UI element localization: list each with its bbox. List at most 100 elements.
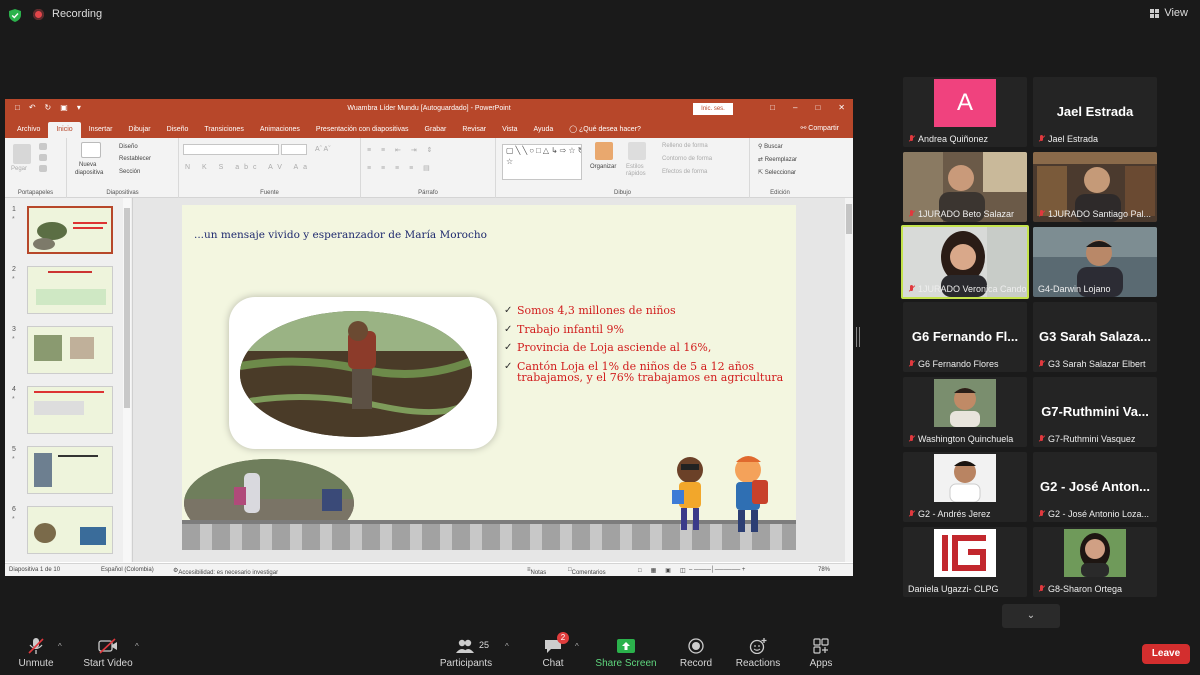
- section-button[interactable]: Sección: [119, 169, 140, 175]
- accessibility-checker[interactable]: ⚙ Accesibilidad: es necesario investigar: [173, 567, 278, 576]
- tab-grabar[interactable]: Grabar: [417, 122, 455, 138]
- chat-button[interactable]: 2 Chat: [518, 632, 588, 675]
- shape-effects-button[interactable]: Efectos de forma: [662, 169, 707, 175]
- select-button[interactable]: ⇱ Seleccionar: [758, 169, 796, 176]
- participant-tile[interactable]: Washington Quinchuela: [903, 377, 1027, 447]
- chat-caret-icon[interactable]: ^: [575, 642, 579, 651]
- participant-tile[interactable]: G7-Ruthmini Va... G7-Ruthmini Vasquez: [1033, 377, 1157, 447]
- recording-indicator[interactable]: Recording: [33, 8, 102, 20]
- video-options-caret-icon[interactable]: ^: [135, 642, 139, 651]
- view-button[interactable]: View: [1150, 7, 1188, 19]
- new-slide-icon[interactable]: [81, 142, 101, 158]
- participant-tile[interactable]: Jael Estrada Jael Estrada: [1033, 77, 1157, 147]
- view-buttons[interactable]: □▦▣◫: [638, 567, 695, 574]
- list-buttons[interactable]: ≡ ≡ ⇤ ⇥ ⇕: [367, 146, 437, 154]
- current-slide[interactable]: ...un mensaje vivido y esperanzador de M…: [182, 205, 796, 550]
- slide-thumbnail[interactable]: 6 *: [9, 506, 125, 558]
- panel-resize-handle[interactable]: [856, 327, 860, 347]
- slide-scrollbar[interactable]: [845, 198, 853, 562]
- zoom-level[interactable]: 78%: [818, 567, 830, 573]
- share-button[interactable]: ⚯ Compartir: [800, 124, 839, 132]
- align-buttons[interactable]: ≡ ≡ ≡ ≡ ▤: [367, 164, 434, 172]
- child-working-photo: [240, 311, 472, 437]
- shape-fill-button[interactable]: Relleno de forma: [662, 143, 708, 149]
- zoom-slider[interactable]: – ────│────── +: [689, 567, 745, 573]
- arrange-label[interactable]: Organizar: [590, 164, 616, 170]
- mic-muted-icon: [1038, 135, 1045, 143]
- unmute-button[interactable]: Unmute: [1, 632, 71, 675]
- new-slide-label[interactable]: Nueva: [79, 162, 96, 168]
- shapes-gallery[interactable]: ▢╲╲○□△↳⇨☆↻❴❵☆: [502, 144, 582, 180]
- arrange-icon[interactable]: [595, 142, 613, 160]
- participant-tile[interactable]: G6 Fernando Fl... G6 Fernando Flores: [903, 302, 1027, 372]
- participant-tile[interactable]: Daniela Ugazzi- CLPG: [903, 527, 1027, 597]
- shape-outline-button[interactable]: Contorno de forma: [662, 156, 712, 162]
- language-indicator[interactable]: Español (Colombia): [101, 567, 154, 573]
- copy-icon[interactable]: [39, 154, 47, 161]
- reset-button[interactable]: Restablecer: [119, 156, 151, 162]
- font-format-buttons[interactable]: N K S abc AV Aa: [185, 164, 312, 171]
- sign-in-button[interactable]: Inic. ses.: [693, 103, 733, 115]
- tab-archivo[interactable]: Archivo: [9, 122, 48, 138]
- slide-thumbnail[interactable]: 5 *: [9, 446, 125, 498]
- scroll-thumb[interactable]: [846, 204, 852, 234]
- tell-me-search[interactable]: ◯ ¿Qué desea hacer?: [561, 121, 649, 138]
- participant-name-text: G7-Ruthmini Vasquez: [1048, 434, 1136, 444]
- ribbon-display-icon[interactable]: □: [770, 103, 775, 112]
- paste-icon[interactable]: [13, 144, 31, 164]
- scroll-thumb[interactable]: [124, 208, 130, 408]
- leave-button[interactable]: Leave: [1142, 644, 1190, 664]
- participant-tile[interactable]: G2 - José Anton... G2 - José Antonio Loz…: [1033, 452, 1157, 522]
- tab-presentacion[interactable]: Presentación con diapositivas: [308, 122, 417, 138]
- reactions-button[interactable]: Reactions: [723, 632, 793, 675]
- participant-tile[interactable]: G3 Sarah Salaza... G3 Sarah Salazar Elbe…: [1033, 302, 1157, 372]
- comments-button[interactable]: □ Comentarios: [568, 567, 606, 576]
- close-icon[interactable]: ✕: [838, 103, 845, 112]
- participant-tile-active-speaker[interactable]: 1JURADO Veronica Cando: [901, 225, 1029, 299]
- tab-transiciones[interactable]: Transiciones: [196, 122, 251, 138]
- tab-insertar[interactable]: Insertar: [81, 122, 121, 138]
- tab-animaciones[interactable]: Animaciones: [252, 122, 308, 138]
- quick-styles-label[interactable]: Estilos: [626, 164, 644, 170]
- slide-thumbnail[interactable]: 1 *: [9, 206, 125, 258]
- tab-inicio[interactable]: Inicio: [48, 122, 81, 138]
- notes-button[interactable]: ≡ Notas: [527, 567, 546, 576]
- font-grow-icon[interactable]: Aˆ Aˇ: [315, 146, 331, 153]
- cut-icon[interactable]: [39, 143, 47, 150]
- tab-revisar[interactable]: Revisar: [454, 122, 494, 138]
- minimize-icon[interactable]: –: [793, 103, 797, 112]
- audio-options-caret-icon[interactable]: ^: [58, 642, 62, 651]
- participant-tile[interactable]: 1JURADO Beto Salazar: [903, 152, 1027, 222]
- participant-tile[interactable]: 1JURADO Santiago Pal...: [1033, 152, 1157, 222]
- tab-dibujar[interactable]: Dibujar: [120, 122, 158, 138]
- tab-vista[interactable]: Vista: [494, 122, 525, 138]
- participant-tile[interactable]: A Andrea Quiñonez: [903, 77, 1027, 147]
- gallery-next-page-button[interactable]: ⌄: [1002, 604, 1060, 628]
- organization-logo: [934, 529, 996, 577]
- slide-thumbnail[interactable]: 2 *: [9, 266, 125, 318]
- tab-ayuda[interactable]: Ayuda: [526, 122, 562, 138]
- participant-tile[interactable]: G4-Darwin Lojano: [1033, 227, 1157, 297]
- thumbnail-scrollbar[interactable]: [123, 198, 131, 562]
- participants-button[interactable]: 25 Participants: [431, 632, 501, 675]
- record-button[interactable]: Record: [661, 632, 731, 675]
- participant-tile[interactable]: G8-Sharon Ortega: [1033, 527, 1157, 597]
- replace-button[interactable]: ⇄ Reemplazar: [758, 156, 797, 163]
- participant-tile[interactable]: G2 - Andrés Jerez: [903, 452, 1027, 522]
- tab-diseno[interactable]: Diseño: [159, 122, 197, 138]
- apps-button[interactable]: Apps: [786, 632, 856, 675]
- participant-photo: [1064, 529, 1126, 577]
- slide-thumbnail[interactable]: 3 *: [9, 326, 125, 378]
- find-button[interactable]: ⚲ Buscar: [758, 143, 783, 150]
- participants-caret-icon[interactable]: ^: [505, 642, 509, 651]
- shield-icon[interactable]: [9, 9, 21, 22]
- quick-styles-icon[interactable]: [628, 142, 646, 160]
- font-name-field[interactable]: [183, 144, 279, 155]
- start-video-button[interactable]: Start Video: [73, 632, 143, 675]
- slide-thumbnail[interactable]: 4 *: [9, 386, 125, 438]
- maximize-icon[interactable]: □: [815, 103, 820, 112]
- share-screen-button[interactable]: Share Screen: [591, 632, 661, 675]
- format-painter-icon[interactable]: [39, 165, 47, 172]
- font-size-field[interactable]: [281, 144, 307, 155]
- layout-button[interactable]: Diseño: [119, 144, 138, 150]
